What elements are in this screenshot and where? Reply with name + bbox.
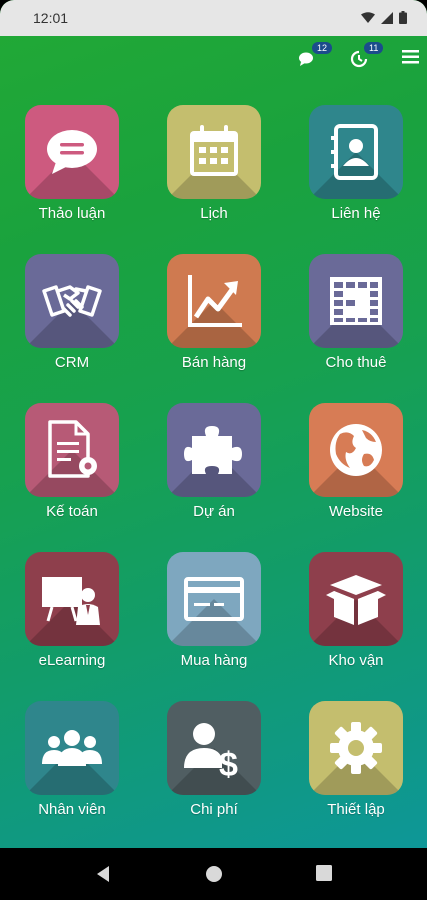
puzzle-icon — [184, 426, 242, 474]
app-tile-mua-hang[interactable] — [167, 552, 261, 646]
app-label: Liên hệ — [331, 205, 381, 222]
top-bar: 12 11 — [0, 36, 427, 80]
app-tile-website[interactable] — [309, 403, 403, 497]
svg-text:$: $ — [219, 746, 238, 778]
credit-card-icon — [184, 577, 244, 621]
app-label: Kế toán — [46, 503, 98, 520]
app-tile-lich[interactable] — [167, 105, 261, 199]
teacher-icon — [42, 577, 100, 625]
activity-notifications-button[interactable]: 11 — [350, 42, 384, 68]
document-gear-icon — [48, 420, 97, 478]
app-label: Nhân viên — [38, 801, 106, 818]
box-icon — [326, 575, 386, 625]
contact-icon — [331, 124, 378, 180]
handshake-icon — [42, 285, 102, 317]
chart-trend-icon — [188, 275, 242, 327]
chat-notifications-button[interactable]: 12 — [298, 42, 333, 68]
team-icon — [42, 730, 102, 766]
gear-icon — [330, 722, 382, 774]
app-tile-elearning[interactable] — [25, 552, 119, 646]
recents-square-icon — [316, 865, 332, 881]
app-label: Chi phí — [190, 801, 238, 818]
signal-icon — [381, 11, 393, 24]
app-label: CRM — [54, 354, 90, 371]
hamburger-menu-icon — [402, 50, 419, 64]
app-tile-lien-he[interactable] — [309, 105, 403, 199]
activity-count-badge: 11 — [364, 42, 384, 54]
app-label: eLearning — [38, 652, 106, 669]
app-tile-ban-hang[interactable] — [167, 254, 261, 348]
app-tile-thiet-lap[interactable] — [309, 701, 403, 795]
globe-icon — [330, 424, 382, 476]
menu-button[interactable] — [402, 50, 419, 64]
chat-count-badge: 12 — [312, 42, 333, 54]
calendar-icon — [190, 125, 238, 176]
app-label: Thảo luận — [38, 205, 106, 222]
rental-icon — [330, 277, 382, 325]
app-tile-cho-thue[interactable] — [309, 254, 403, 348]
app-label: Bán hàng — [181, 354, 247, 371]
recents-button[interactable] — [316, 865, 332, 886]
user-dollar-icon: $ — [184, 723, 238, 778]
status-bar: 12:01 — [0, 0, 427, 36]
home-button[interactable] — [205, 865, 223, 888]
app-label: Lịch — [200, 205, 228, 222]
back-triangle-icon — [97, 866, 109, 882]
battery-icon — [399, 11, 407, 24]
app-label: Cho thuê — [325, 354, 387, 371]
app-tile-du-an[interactable] — [167, 403, 261, 497]
app-label: Website — [329, 503, 383, 520]
home-circle-icon — [206, 866, 222, 882]
back-button[interactable] — [95, 865, 111, 888]
phone-screen: 12:01 12 11 Thảo luận Lịch Liên hệ CRM B… — [0, 0, 427, 900]
app-tile-crm[interactable] — [25, 254, 119, 348]
app-label: Thiết lập — [327, 801, 385, 818]
app-tile-nhan-vien[interactable] — [25, 701, 119, 795]
app-label: Mua hàng — [180, 652, 248, 669]
status-time: 12:01 — [33, 10, 69, 26]
app-tile-thao-luan[interactable] — [25, 105, 119, 199]
app-tile-ke-toan[interactable] — [25, 403, 119, 497]
app-label: Dự án — [193, 503, 235, 520]
app-tile-kho-van[interactable] — [309, 552, 403, 646]
chat-icon — [47, 130, 97, 174]
wifi-icon — [361, 11, 375, 23]
app-label: Kho vận — [328, 652, 384, 669]
app-tile-chi-phi[interactable]: $ — [167, 701, 261, 795]
navigation-bar — [0, 848, 427, 900]
status-icons — [361, 11, 407, 24]
